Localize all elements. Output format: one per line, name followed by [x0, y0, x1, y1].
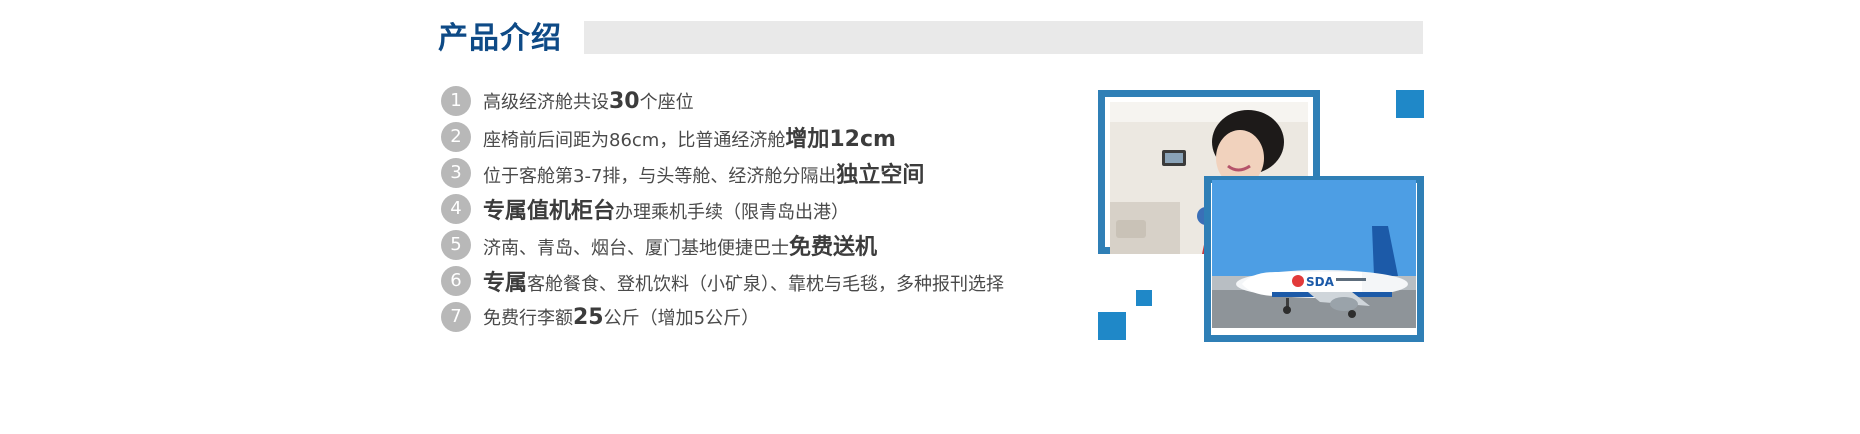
feature-number-badge: 5 — [441, 230, 471, 260]
feature-item: 2 座椅前后间距为86cm，比普通经济舱增加12cm — [441, 122, 1004, 152]
feature-text: 专属客舱餐食、登机饮料（小矿泉）、靠枕与毛毯，多种报刊选择 — [483, 271, 1005, 296]
title-divider-bar — [584, 21, 1423, 54]
feature-item: 4 专属值机柜台办理乘机手续（限青岛出港） — [441, 194, 1004, 224]
feature-number-badge: 7 — [441, 302, 471, 332]
feature-text: 高级经济舱共设30个座位 — [483, 89, 694, 114]
feature-item: 3 位于客舱第3-7排，与头等舱、经济舱分隔出独立空间 — [441, 158, 1004, 188]
feature-item: 7 免费行李额25公斤（增加5公斤） — [441, 302, 1004, 332]
decorative-square — [1136, 290, 1152, 306]
feature-text: 专属值机柜台办理乘机手续（限青岛出港） — [483, 199, 850, 224]
decorative-square — [1098, 312, 1126, 340]
feature-item: 1 高级经济舱共设30个座位 — [441, 86, 1004, 116]
feature-number-badge: 2 — [441, 122, 471, 152]
feature-number-badge: 3 — [441, 158, 471, 188]
photo-collage: SDA — [1098, 88, 1424, 342]
feature-text: 座椅前后间距为86cm，比普通经济舱增加12cm — [483, 127, 896, 152]
feature-list: 1 高级经济舱共设30个座位 2 座椅前后间距为86cm，比普通经济舱增加12c… — [441, 86, 1004, 338]
airplane-illustration: SDA — [1212, 180, 1416, 328]
feature-number-badge: 1 — [441, 86, 471, 116]
feature-item: 5 济南、青岛、烟台、厦门基地便捷巴士免费送机 — [441, 230, 1004, 260]
section-title: 产品介绍 — [438, 21, 562, 56]
feature-text: 济南、青岛、烟台、厦门基地便捷巴士免费送机 — [483, 235, 878, 260]
airline-logo-text: SDA — [1306, 275, 1335, 289]
decorative-square — [1396, 90, 1424, 118]
feature-item: 6 专属客舱餐食、登机饮料（小矿泉）、靠枕与毛毯，多种报刊选择 — [441, 266, 1004, 296]
airplane-photo: SDA — [1212, 180, 1416, 328]
feature-text: 免费行李额25公斤（增加5公斤） — [483, 305, 760, 330]
feature-number-badge: 4 — [441, 194, 471, 224]
feature-text: 位于客舱第3-7排，与头等舱、经济舱分隔出独立空间 — [483, 163, 925, 188]
feature-number-badge: 6 — [441, 266, 471, 296]
product-intro-page: 产品介绍 1 高级经济舱共设30个座位 2 座椅前后间距为86cm，比普通经济舱… — [0, 0, 1860, 434]
